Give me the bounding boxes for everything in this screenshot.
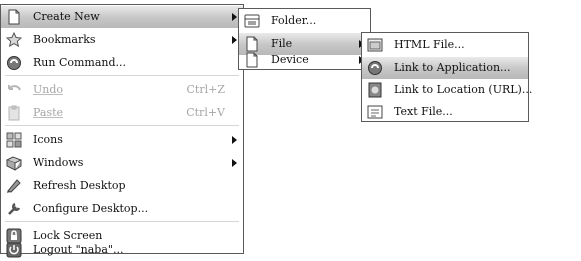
submenu-arrow-icon bbox=[232, 13, 237, 21]
menu-item-label: HTML File... bbox=[394, 38, 465, 51]
windows-icon bbox=[6, 156, 22, 171]
folder-icon bbox=[244, 14, 260, 28]
menu-item-configure-desktop[interactable]: Configure Desktop... bbox=[1, 198, 243, 220]
submenu-arrow-icon bbox=[232, 159, 237, 167]
menu-separator bbox=[5, 221, 239, 222]
menu-item-create-new[interactable]: Create New bbox=[1, 6, 243, 28]
menu-item-logout[interactable]: Logout "naba"... bbox=[1, 239, 243, 261]
menu-item-label: Logout "naba"... bbox=[33, 243, 124, 256]
menu-item-windows[interactable]: Windows bbox=[1, 152, 243, 174]
paste-icon bbox=[8, 105, 20, 121]
menu-item-label: Icons bbox=[33, 133, 63, 146]
menu-item-run-command[interactable]: Run Command... bbox=[1, 52, 243, 74]
star-icon bbox=[6, 32, 22, 48]
menu-item-shortcut: Ctrl+V bbox=[186, 106, 225, 119]
menu-item-text-file[interactable]: Text File... bbox=[362, 101, 528, 123]
menu-item-icons[interactable]: Icons bbox=[1, 129, 243, 151]
link-application-icon bbox=[368, 61, 382, 75]
menu-item-refresh-desktop[interactable]: Refresh Desktop bbox=[1, 175, 243, 197]
configure-icon bbox=[8, 202, 21, 215]
submenu-arrow-icon bbox=[232, 36, 237, 44]
menu-item-label: Refresh Desktop bbox=[33, 179, 126, 192]
menu-item-label: Create New bbox=[33, 10, 100, 23]
text-file-icon bbox=[367, 105, 383, 119]
link-location-icon bbox=[368, 82, 382, 98]
menu-item-link-application[interactable]: Link to Application... bbox=[362, 57, 528, 79]
undo-icon bbox=[8, 85, 21, 91]
desktop-context-menu: Create New Bookmarks Run Command... Undo… bbox=[0, 4, 244, 258]
menu-item-label: Link to Location (URL)... bbox=[394, 83, 533, 96]
menu-item-label: Run Command... bbox=[33, 56, 127, 69]
menu-item-undo[interactable]: Undo Ctrl+Z bbox=[1, 79, 243, 101]
icons-icon bbox=[6, 132, 22, 148]
menu-item-label: Text File... bbox=[394, 105, 453, 118]
menu-separator bbox=[5, 125, 239, 126]
menu-item-label: Configure Desktop... bbox=[33, 202, 149, 215]
menu-item-link-location[interactable]: Link to Location (URL)... bbox=[362, 79, 532, 101]
menu-item-label: Undo bbox=[33, 83, 64, 96]
menu-item-label: Bookmarks bbox=[33, 33, 96, 46]
refresh-icon bbox=[7, 179, 21, 193]
menu-item-label: Paste bbox=[33, 106, 64, 119]
menu-item-device[interactable]: Device bbox=[239, 49, 370, 71]
menu-item-label: Folder... bbox=[271, 14, 317, 27]
menu-item-shortcut: Ctrl+Z bbox=[186, 83, 225, 96]
html-file-icon bbox=[367, 38, 383, 52]
run-command-icon bbox=[7, 56, 21, 70]
document-new-icon bbox=[8, 9, 20, 25]
file-submenu: HTML File... Link to Application... Link… bbox=[361, 32, 532, 123]
menu-item-paste[interactable]: Paste Ctrl+V bbox=[1, 102, 243, 124]
create-new-submenu: Folder... File Device bbox=[238, 8, 371, 70]
submenu-arrow-icon bbox=[232, 136, 237, 144]
menu-item-label: Link to Application... bbox=[394, 61, 511, 74]
menu-item-html-file[interactable]: HTML File... bbox=[362, 34, 528, 56]
menu-separator bbox=[5, 75, 239, 76]
menu-item-label: Windows bbox=[33, 156, 84, 169]
logout-icon bbox=[6, 242, 22, 258]
menu-item-folder[interactable]: Folder... bbox=[239, 10, 370, 32]
menu-item-label: Device bbox=[271, 53, 309, 66]
menu-item-bookmarks[interactable]: Bookmarks bbox=[1, 29, 243, 51]
device-icon bbox=[246, 52, 258, 68]
